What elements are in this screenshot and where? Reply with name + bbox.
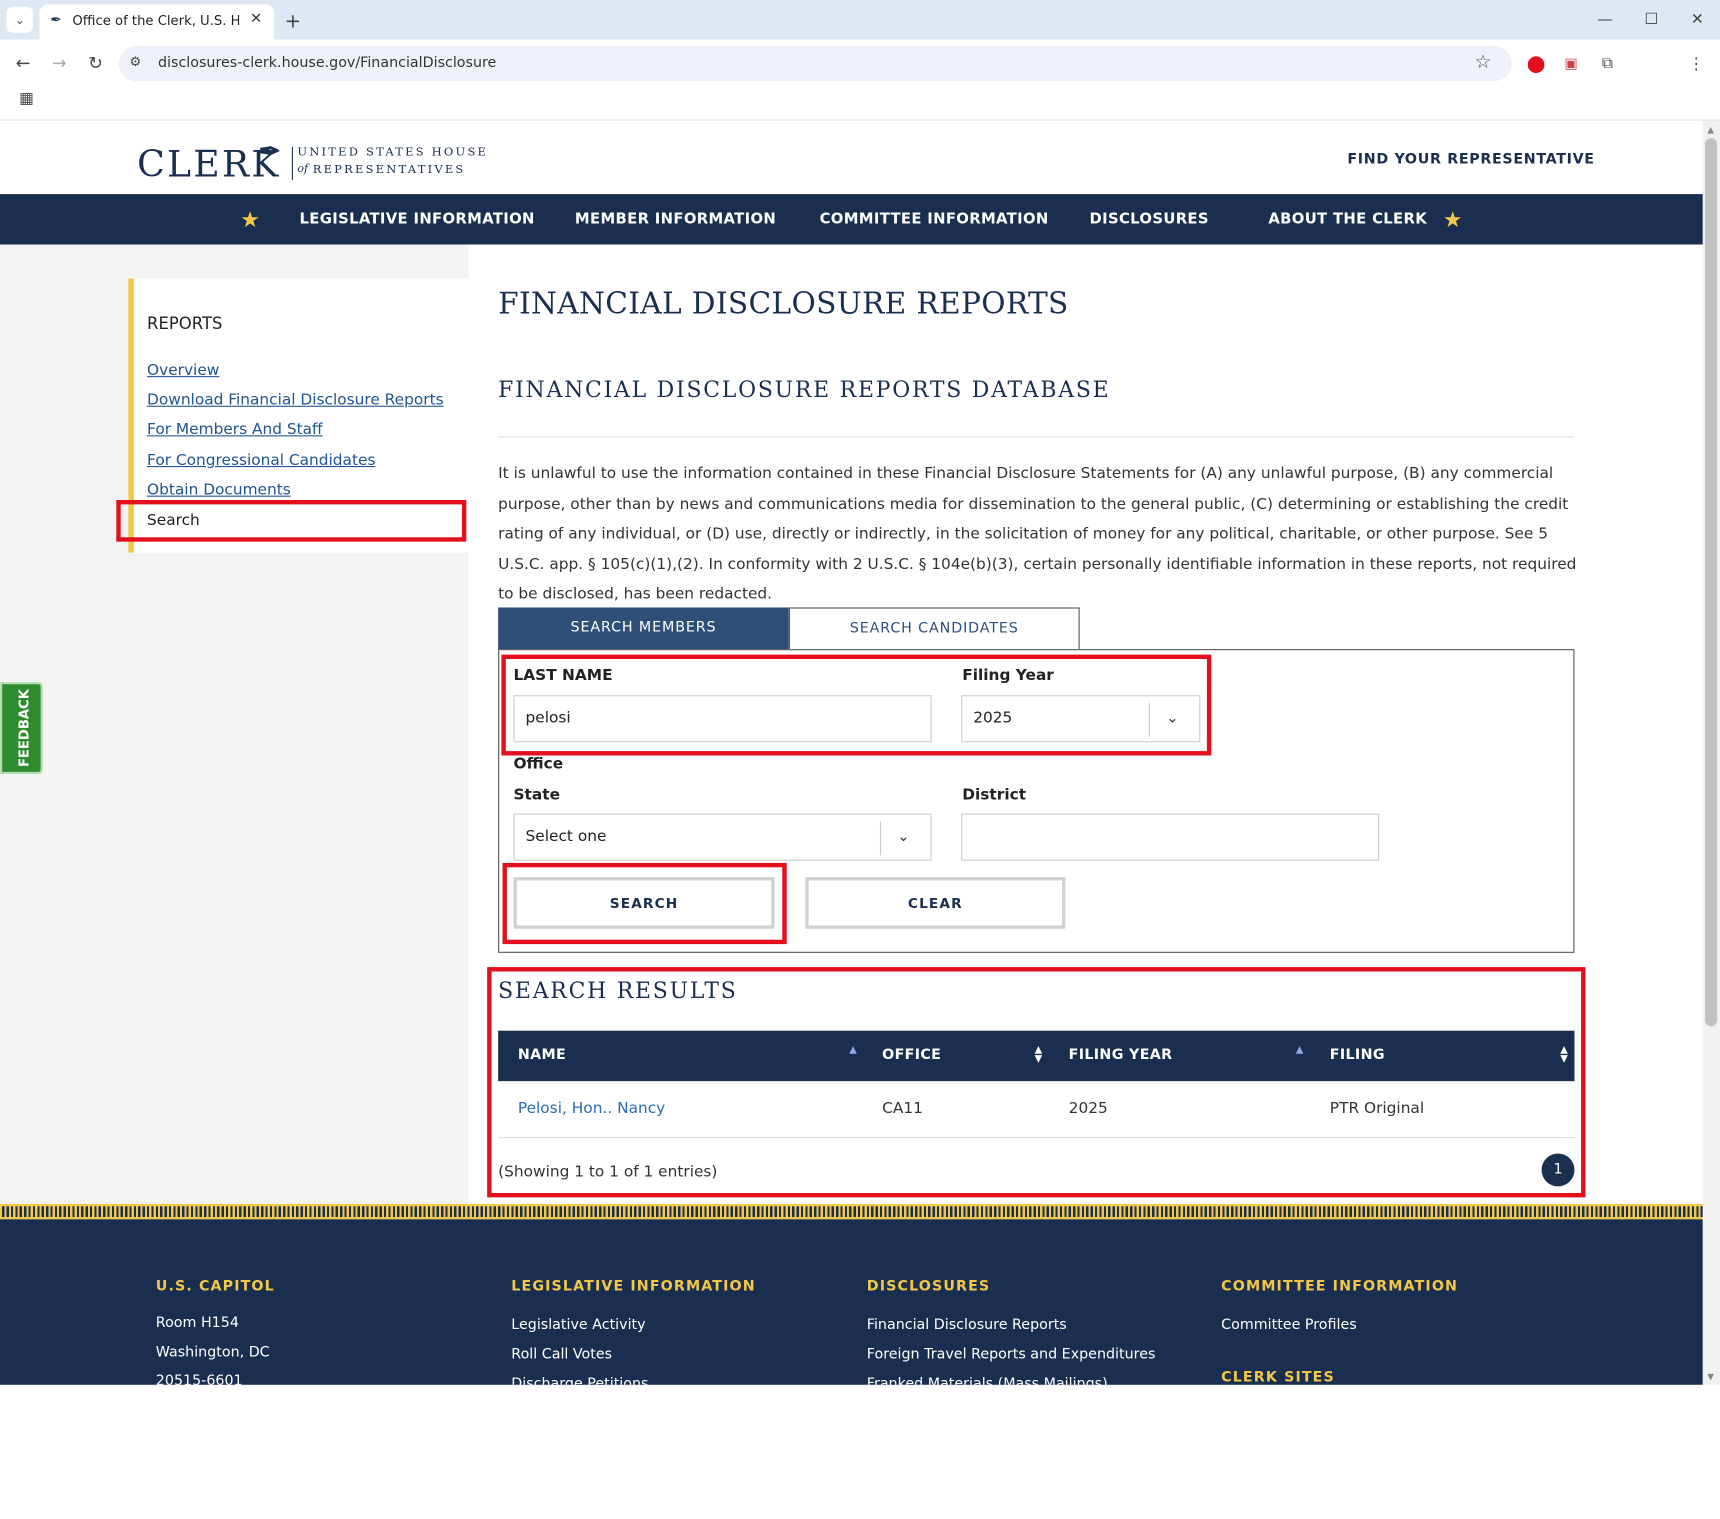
heading-divider bbox=[498, 436, 1575, 438]
logo-line1: UNITED STATES HOUSE bbox=[297, 145, 489, 159]
clerk-logo[interactable]: CLERK ✒ UNITED STATES HOUSE of REPRESENT… bbox=[137, 135, 489, 185]
footer-heading-legislative: LEGISLATIVE INFORMATION bbox=[511, 1278, 756, 1295]
reload-icon[interactable]: ↻ bbox=[83, 50, 107, 74]
footer-heading-clerk-sites: CLERK SITES bbox=[1221, 1369, 1335, 1385]
office-label: Office bbox=[513, 755, 564, 774]
sidebar-item-obtain-documents[interactable]: Obtain Documents bbox=[147, 481, 291, 499]
main-navigation: ★ LEGISLATIVE INFORMATION MEMBER INFORMA… bbox=[0, 194, 1703, 245]
site-footer: U.S. CAPITOL Room H154 Washington, DC 20… bbox=[0, 1219, 1703, 1385]
address-bar[interactable]: ⚙ disclosures-clerk.house.gov/FinancialD… bbox=[118, 46, 1512, 82]
sidebar-item-candidates[interactable]: For Congressional Candidates bbox=[147, 452, 375, 470]
state-value: Select one bbox=[525, 827, 607, 846]
forward-icon[interactable]: → bbox=[47, 50, 71, 74]
page-scrollbar[interactable]: ▲ ▼ bbox=[1702, 120, 1720, 1385]
nav-legislative-information[interactable]: LEGISLATIVE INFORMATION bbox=[300, 194, 535, 244]
select-divider bbox=[879, 821, 882, 856]
footer-link-financial-disclosure[interactable]: Financial Disclosure Reports bbox=[867, 1317, 1067, 1333]
site-info-icon[interactable]: ⚙ bbox=[129, 54, 141, 69]
scroll-down-arrow-icon[interactable]: ▼ bbox=[1707, 1372, 1714, 1382]
highlight-box-results bbox=[487, 967, 1586, 1198]
footer-link-discharge-petitions[interactable]: Discharge Petitions bbox=[511, 1376, 648, 1385]
menu-kebab-icon[interactable]: ⋮ bbox=[1685, 53, 1707, 75]
district-label: District bbox=[962, 786, 1027, 804]
page-title: FINANCIAL DISCLOSURE REPORTS bbox=[498, 287, 1069, 322]
disclaimer-text: It is unlawful to use the information co… bbox=[498, 464, 1577, 604]
close-tab-icon[interactable]: ✕ bbox=[250, 11, 262, 27]
footer-link-foreign-travel[interactable]: Foreign Travel Reports and Expenditures bbox=[867, 1347, 1156, 1363]
highlight-box-search-button bbox=[502, 862, 787, 945]
extension-icon[interactable]: ▣ bbox=[1560, 53, 1582, 75]
footer-heading-capitol: U.S. CAPITOL bbox=[155, 1278, 275, 1295]
logo-divider bbox=[291, 146, 293, 180]
footer-link-franked-materials[interactable]: Franked Materials (Mass Mailings) bbox=[867, 1376, 1108, 1385]
star-icon: ★ bbox=[1442, 206, 1463, 233]
close-window-icon[interactable]: ✕ bbox=[1685, 9, 1709, 31]
footer-link-legislative-activity[interactable]: Legislative Activity bbox=[511, 1317, 645, 1333]
state-label: State bbox=[513, 786, 561, 804]
district-input[interactable] bbox=[961, 813, 1380, 861]
database-heading: FINANCIAL DISCLOSURE REPORTS DATABASE bbox=[498, 376, 1111, 403]
footer-heading-disclosures: DISCLOSURES bbox=[866, 1278, 991, 1295]
back-icon[interactable]: ← bbox=[11, 50, 35, 74]
puzzle-extensions-icon[interactable]: ⧉ bbox=[1596, 53, 1618, 75]
sidebar-item-overview[interactable]: Overview bbox=[147, 362, 219, 380]
logo-line2: REPRESENTATIVES bbox=[312, 163, 466, 177]
sidebar-item-members-staff[interactable]: For Members And Staff bbox=[147, 421, 323, 439]
scroll-up-arrow-icon[interactable]: ▲ bbox=[1707, 125, 1714, 135]
feedback-label: FEEDBACK bbox=[16, 689, 32, 768]
quill-favicon-icon: ✒ bbox=[50, 12, 62, 28]
minimize-icon[interactable]: — bbox=[1593, 9, 1617, 31]
apps-grid-icon[interactable]: ▦ bbox=[15, 88, 37, 110]
greek-key-border bbox=[0, 1203, 1703, 1220]
star-icon: ★ bbox=[240, 206, 260, 233]
quill-logo-icon: ✒ bbox=[257, 135, 282, 169]
footer-link-roll-call-votes[interactable]: Roll Call Votes bbox=[511, 1347, 612, 1363]
footer-address-line: Washington, DC bbox=[155, 1344, 270, 1361]
footer-address-line: 20515-6601 bbox=[155, 1372, 243, 1385]
opera-extension-icon[interactable]: ⬤ bbox=[1525, 53, 1547, 75]
highlight-box-sidebar-search bbox=[116, 500, 467, 542]
tab-title: Office of the Clerk, U.S. House bbox=[72, 13, 239, 29]
url-text[interactable]: disclosures-clerk.house.gov/FinancialDis… bbox=[158, 55, 496, 71]
web-page: CLERK ✒ UNITED STATES HOUSE of REPRESENT… bbox=[0, 120, 1703, 1385]
highlight-box-name-year bbox=[501, 654, 1212, 756]
find-your-representative-link[interactable]: FIND YOUR REPRESENTATIVE bbox=[1347, 151, 1594, 167]
scrollbar-thumb[interactable] bbox=[1705, 138, 1718, 1027]
nav-member-information[interactable]: MEMBER INFORMATION bbox=[575, 194, 776, 244]
tab-search-icon[interactable]: ⌄ bbox=[6, 6, 33, 33]
footer-address-line: Room H154 bbox=[155, 1314, 239, 1332]
clear-button[interactable]: CLEAR bbox=[805, 877, 1066, 929]
chevron-down-icon: ⌄ bbox=[897, 828, 910, 846]
nav-disclosures[interactable]: DISCLOSURES bbox=[1090, 194, 1209, 244]
tab-search-candidates[interactable]: SEARCH CANDIDATES bbox=[788, 607, 1080, 650]
footer-link-committee-profiles[interactable]: Committee Profiles bbox=[1221, 1317, 1357, 1333]
bookmark-star-icon[interactable]: ☆ bbox=[1475, 52, 1492, 74]
nav-committee-information[interactable]: COMMITTEE INFORMATION bbox=[820, 194, 1049, 244]
logo-line2-of: of bbox=[297, 163, 309, 176]
footer-heading-committee: COMMITTEE INFORMATION bbox=[1221, 1278, 1459, 1295]
feedback-tab[interactable]: FEEDBACK bbox=[0, 682, 43, 775]
nav-about-the-clerk[interactable]: ABOUT THE CLERK bbox=[1268, 194, 1427, 244]
browser-tab[interactable]: ✒ Office of the Clerk, U.S. House ✕ bbox=[39, 4, 275, 40]
sidebar-heading: REPORTS bbox=[147, 313, 223, 334]
state-select[interactable]: Select one ⌄ bbox=[513, 813, 932, 861]
maximize-icon[interactable]: ☐ bbox=[1639, 9, 1663, 31]
sidebar-item-download-reports[interactable]: Download Financial Disclosure Reports bbox=[147, 391, 444, 409]
new-tab-icon[interactable]: + bbox=[281, 9, 305, 33]
tab-search-members[interactable]: SEARCH MEMBERS bbox=[498, 607, 789, 650]
